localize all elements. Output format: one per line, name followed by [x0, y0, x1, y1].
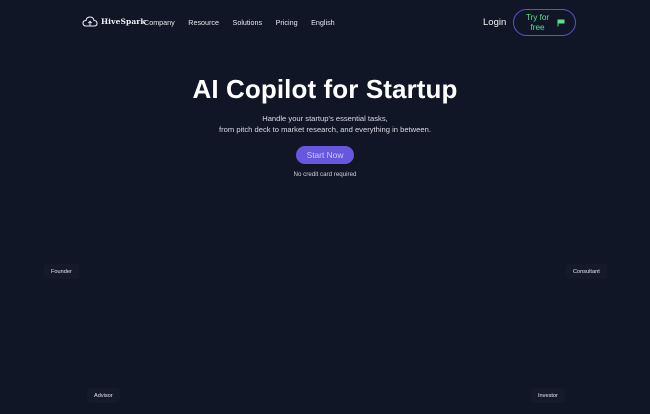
main-menu: Company Resource Solutions Pricing Engli…	[144, 18, 348, 27]
logo-text: HiveSpark	[101, 17, 146, 26]
menu-item-solutions[interactable]: Solutions	[233, 18, 263, 27]
persona-chip-investor: Investor	[531, 388, 565, 403]
persona-chip-founder: Founder	[44, 264, 79, 279]
menu-item-resource[interactable]: Resource	[188, 18, 219, 27]
start-now-button[interactable]: Start Now	[296, 146, 354, 164]
menu-item-pricing[interactable]: Pricing	[276, 18, 298, 27]
persona-chip-advisor: Advisor	[87, 388, 120, 403]
logo[interactable]: HiveSpark	[82, 14, 146, 29]
try-for-free-label: Try for free	[525, 13, 550, 32]
persona-chip-consultant: Consultant	[566, 264, 607, 279]
hero-title: AI Copilot for Startup	[192, 74, 458, 104]
top-nav: HiveSpark Company Resource Solutions Pri…	[0, 0, 650, 44]
flag-icon	[557, 19, 564, 26]
login-link[interactable]: Login	[483, 17, 506, 28]
hero-subtitle-line-1: Handle your startup's essential tasks,	[262, 114, 388, 123]
cloud-logo-icon	[82, 16, 98, 27]
menu-item-company[interactable]: Company	[144, 18, 175, 27]
no-credit-card-note: No credit card required	[293, 171, 357, 178]
try-for-free-button[interactable]: Try for free	[513, 9, 576, 36]
hero-subtitle-line-2: from pitch deck to market research, and …	[219, 125, 431, 134]
page: HiveSpark Company Resource Solutions Pri…	[0, 0, 650, 414]
menu-item-language[interactable]: English	[311, 18, 335, 27]
